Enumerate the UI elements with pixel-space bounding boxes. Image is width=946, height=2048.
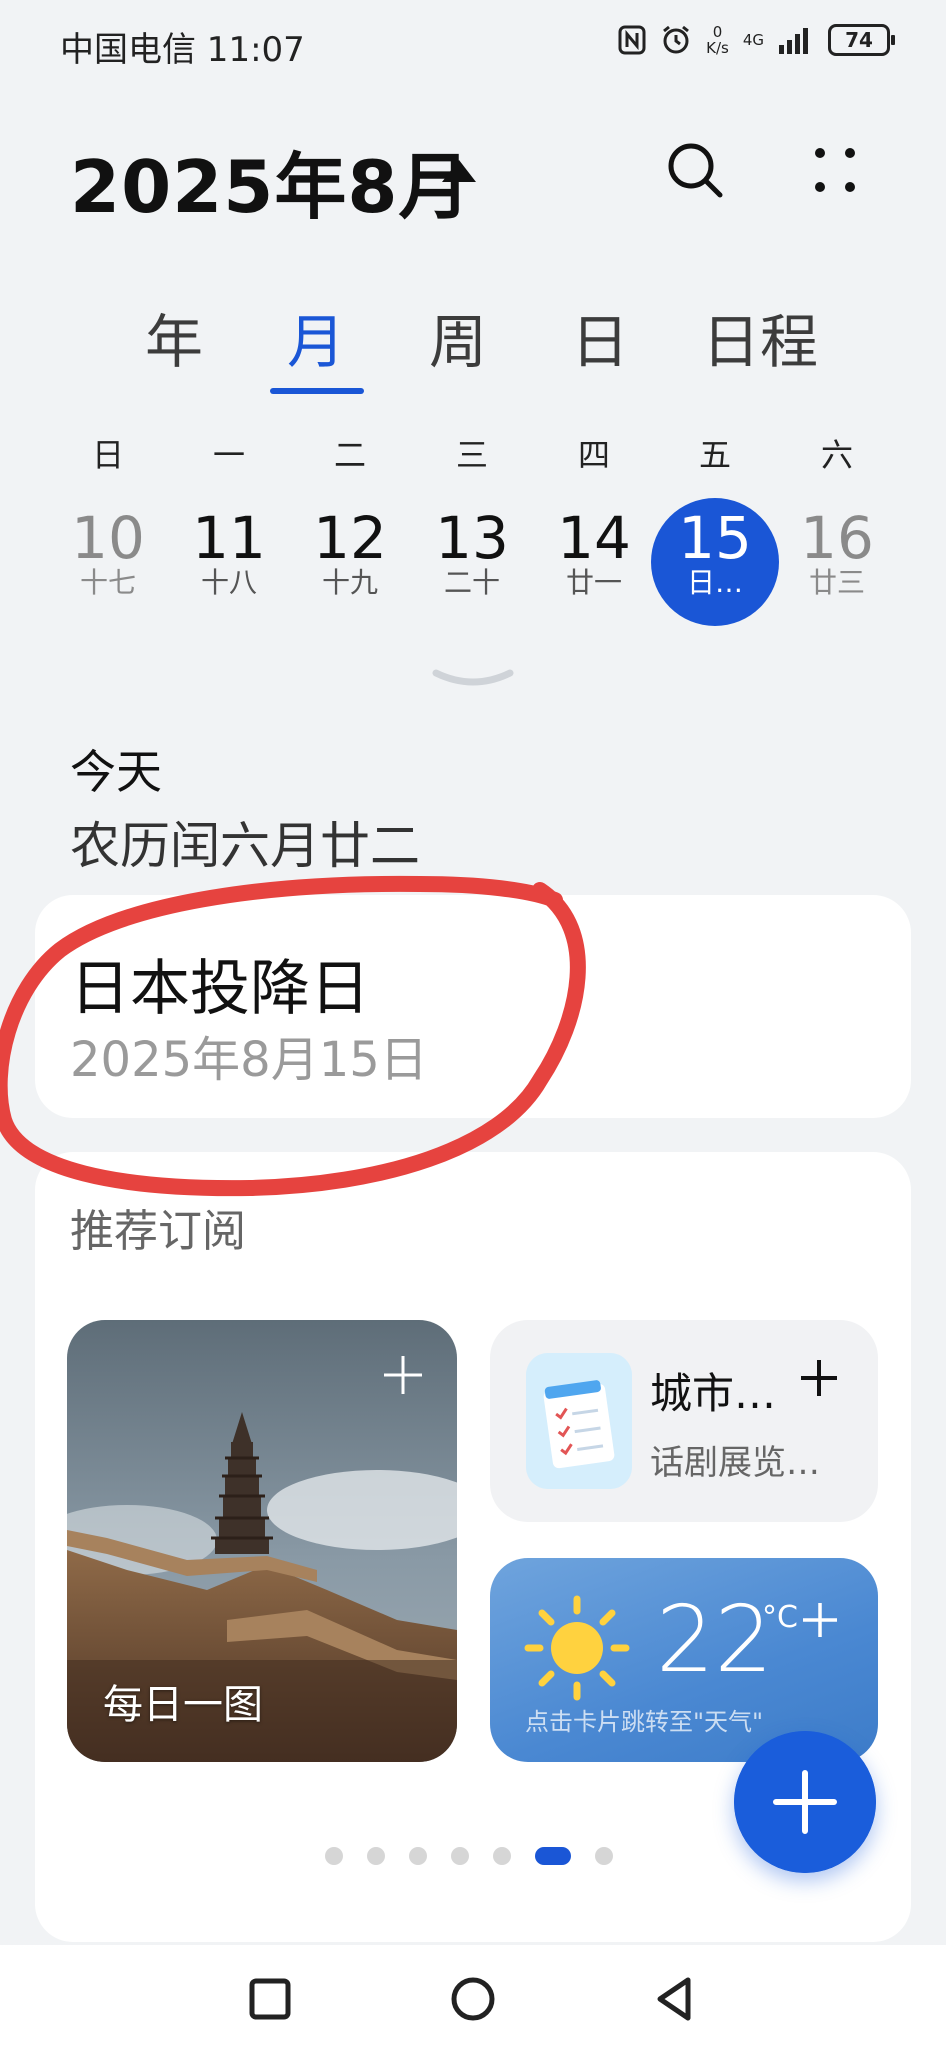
city-card-title: 城市… — [650, 1369, 777, 1418]
weather-temperature: 22 — [656, 1586, 774, 1693]
add-photo-plus-icon[interactable] — [380, 1352, 426, 1398]
search-icon[interactable] — [660, 135, 730, 205]
recommended-title: 推荐订阅 — [70, 1206, 246, 1257]
network-type: 4G — [742, 31, 764, 49]
day-number: 16 — [800, 504, 874, 572]
day-cell[interactable]: 12 十九 — [286, 498, 414, 626]
carrier-time: 中国电信 11:07 — [60, 30, 305, 70]
nfc-icon — [618, 25, 646, 55]
status-icons: 0 K/s 4G 74 — [618, 24, 895, 56]
lunar-date: 农历闰六月廿二 — [70, 817, 420, 875]
pager-dot[interactable] — [367, 1847, 385, 1865]
weekday-label: 四 — [577, 436, 610, 474]
weekday-label: 三 — [455, 436, 488, 474]
weather-unit: °C — [762, 1600, 798, 1635]
pager-dot[interactable] — [409, 1847, 427, 1865]
view-tabs: 年 月 周 日 日程 — [100, 295, 860, 395]
pager-dot[interactable] — [493, 1847, 511, 1865]
net-speed-unit: K/s — [706, 39, 729, 57]
weekday-label: 六 — [820, 436, 853, 474]
tab-week[interactable]: 周 — [429, 295, 487, 379]
weekday-label: 日 — [91, 436, 124, 474]
tab-day[interactable]: 日 — [571, 295, 629, 379]
day-number: 11 — [192, 504, 266, 572]
day-number: 13 — [435, 504, 509, 572]
pager-dot-active[interactable] — [535, 1847, 571, 1865]
tab-month[interactable]: 月 — [287, 295, 345, 379]
day-lunar: 二十 — [443, 566, 500, 599]
weather-hint: 点击卡片跳转至"天气" — [525, 1708, 764, 1736]
pager-dot[interactable] — [451, 1847, 469, 1865]
day-number: 14 — [557, 504, 631, 572]
day-cell[interactable]: 13 二十 — [408, 498, 536, 626]
month-title[interactable]: 2025年8月 — [70, 128, 472, 233]
battery-level: 74 — [845, 28, 873, 52]
more-icon[interactable] — [800, 135, 870, 205]
calendar-note-icon — [526, 1353, 632, 1489]
day-lunar: 十九 — [321, 566, 378, 599]
chevron-down-icon[interactable] — [430, 665, 516, 695]
day-lunar: 十七 — [79, 566, 136, 599]
day-lunar: 十八 — [200, 566, 257, 599]
week-strip: 日 一 二 三 四 五 六 10 十七 11 十八 12 十九 13 二十 14… — [0, 430, 946, 626]
status-bar: 中国电信 11:07 0 K/s 4G 74 — [0, 0, 946, 90]
photo-card-label: 每日一图 — [103, 1682, 263, 1728]
pager-dot[interactable] — [325, 1847, 343, 1865]
battery-icon: 74 — [828, 24, 895, 56]
pager-dot[interactable] — [595, 1847, 613, 1865]
holiday-date: 2025年8月15日 — [70, 1032, 428, 1088]
day-cell[interactable]: 10 十七 — [44, 498, 172, 626]
add-event-button[interactable] — [734, 1731, 876, 1873]
recents-icon[interactable] — [242, 1971, 298, 2027]
signal-icon — [779, 28, 808, 54]
caret-up-icon[interactable] — [442, 160, 476, 182]
day-number: 10 — [71, 504, 145, 572]
weekday-label: 一 — [212, 436, 245, 474]
day-lunar: 廿一 — [565, 566, 622, 599]
today-label: 今天 — [70, 745, 162, 799]
day-cell[interactable]: 14 廿一 — [530, 498, 658, 626]
tab-indicator — [270, 388, 364, 394]
weekday-label: 二 — [333, 436, 366, 474]
city-card-subtitle: 话剧展览… — [650, 1443, 820, 1483]
day-number: 12 — [313, 504, 387, 572]
alarm-icon — [663, 25, 690, 54]
carousel-pager — [325, 1847, 613, 1865]
add-weather-plus-icon[interactable] — [800, 1600, 840, 1640]
system-nav-bar — [0, 1945, 946, 2048]
tab-agenda[interactable]: 日程 — [702, 295, 818, 379]
back-icon[interactable] — [648, 1971, 704, 2027]
weekday-label: 五 — [698, 436, 731, 474]
day-number: 15 — [678, 504, 752, 572]
day-cell[interactable]: 11 十八 — [165, 498, 293, 626]
day-lunar: 廿三 — [808, 566, 865, 599]
day-lunar: 日… — [686, 566, 743, 599]
day-cell-selected[interactable]: 15 日… — [651, 498, 779, 626]
net-speed: 0 K/s — [706, 24, 729, 56]
tab-year[interactable]: 年 — [145, 295, 203, 379]
day-cell[interactable]: 16 廿三 — [773, 498, 901, 626]
sun-icon — [524, 1595, 630, 1701]
add-city-plus-icon[interactable] — [797, 1356, 841, 1400]
holiday-name: 日本投降日 — [70, 954, 370, 1024]
net-speed-value: 0 — [712, 23, 723, 41]
home-icon[interactable] — [445, 1971, 501, 2027]
